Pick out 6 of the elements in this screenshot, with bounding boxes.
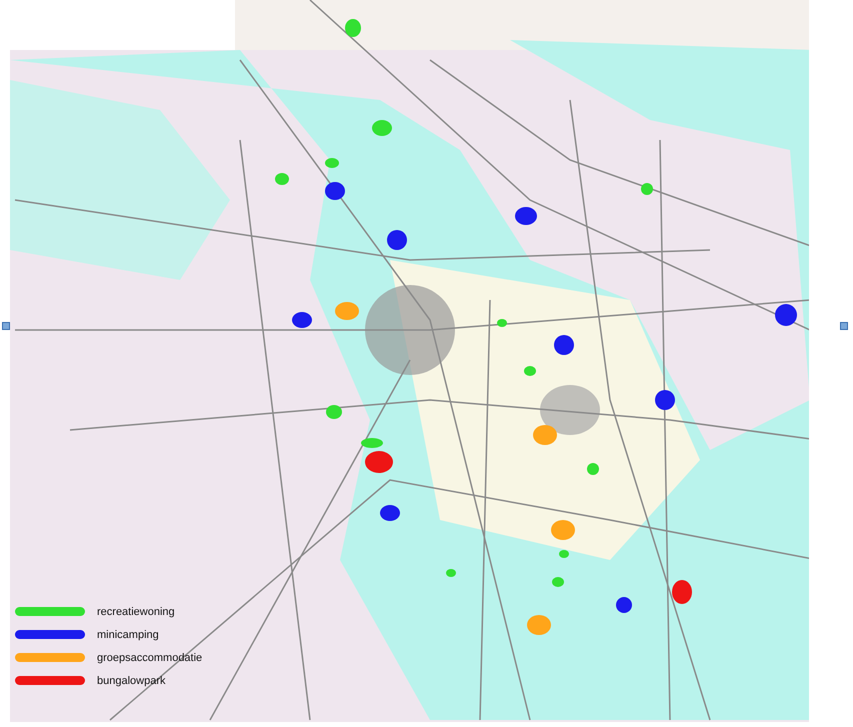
legend-label: groepsaccommodatie — [97, 652, 202, 664]
legend-label: bungalowpark — [97, 674, 166, 686]
legend-label: minicamping — [97, 628, 159, 640]
resize-handle-icon[interactable] — [2, 322, 10, 330]
legend-label: recreatiewoning — [97, 606, 175, 618]
resize-handle-icon[interactable] — [840, 322, 848, 330]
